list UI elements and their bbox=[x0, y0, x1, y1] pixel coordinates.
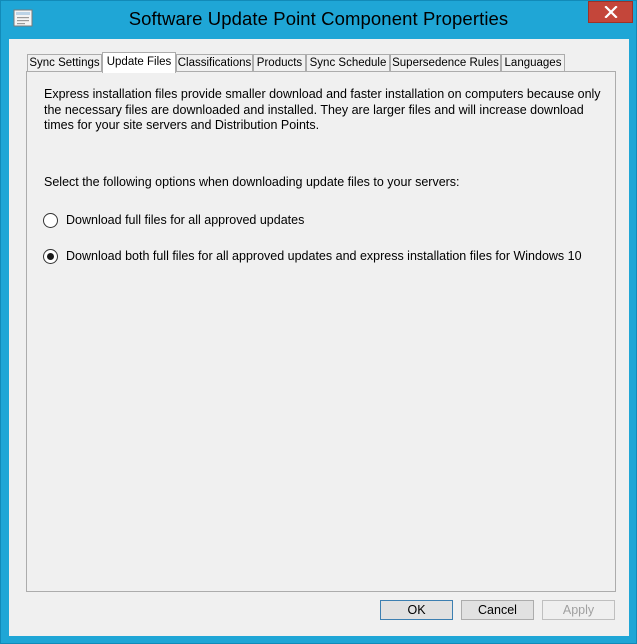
option-full-files-label[interactable]: Download full files for all approved upd… bbox=[66, 213, 304, 227]
tab-sync-settings[interactable]: Sync Settings bbox=[27, 54, 102, 72]
tab-update-files[interactable]: Update Files bbox=[102, 52, 176, 73]
tab-classifications[interactable]: Classifications bbox=[176, 54, 253, 72]
radio-full-and-express-files[interactable] bbox=[43, 249, 58, 264]
cancel-button[interactable]: Cancel bbox=[461, 600, 534, 620]
tab-products[interactable]: Products bbox=[253, 54, 306, 72]
tab-sync-schedule[interactable]: Sync Schedule bbox=[306, 54, 390, 72]
update-files-panel: Express installation files provide small… bbox=[26, 71, 616, 592]
ok-button[interactable]: OK bbox=[380, 600, 453, 620]
dialog-client-area: Sync Settings Update Files Classificatio… bbox=[9, 39, 629, 636]
radio-full-files[interactable] bbox=[43, 213, 58, 228]
apply-button[interactable]: Apply bbox=[542, 600, 615, 620]
title-bar[interactable]: Software Update Point Component Properti… bbox=[1, 1, 636, 37]
tab-supersedence-rules[interactable]: Supersedence Rules bbox=[390, 54, 501, 72]
option-full-and-express-files-label[interactable]: Download both full files for all approve… bbox=[66, 249, 582, 263]
express-files-description: Express installation files provide small… bbox=[44, 87, 601, 132]
close-icon bbox=[604, 6, 618, 18]
window-title: Software Update Point Component Properti… bbox=[128, 8, 509, 29]
tab-languages[interactable]: Languages bbox=[501, 54, 565, 72]
properties-window: Software Update Point Component Properti… bbox=[0, 0, 637, 644]
close-button[interactable] bbox=[588, 1, 633, 23]
download-options-prompt: Select the following options when downlo… bbox=[44, 175, 460, 189]
